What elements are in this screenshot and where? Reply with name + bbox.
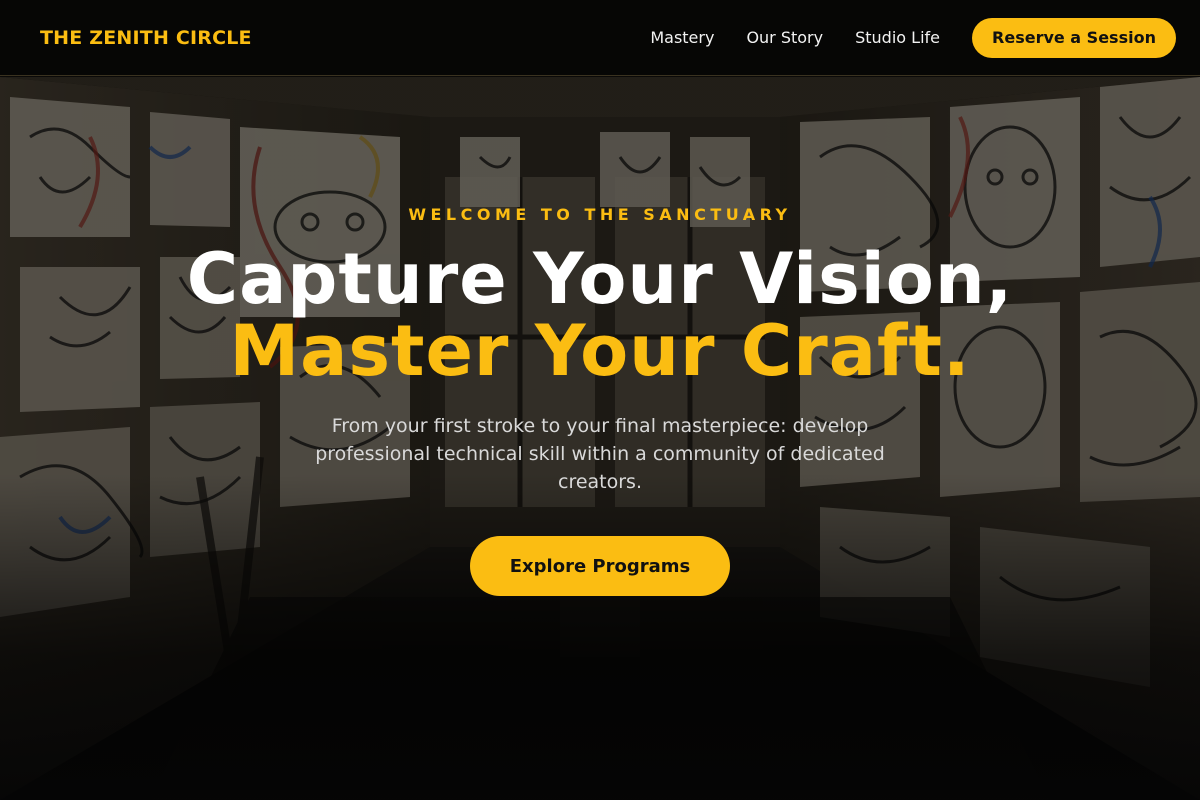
hero-headline-line2: Master Your Craft. xyxy=(229,310,971,392)
hero-headline: Capture Your Vision, Master Your Craft. xyxy=(0,243,1200,387)
nav-links: Mastery Our Story Studio Life Reserve a … xyxy=(650,17,1176,58)
hero-subtext: From your first stroke to your final mas… xyxy=(315,415,885,493)
explore-programs-button[interactable]: Explore Programs xyxy=(470,536,730,596)
nav-link-mastery[interactable]: Mastery xyxy=(650,28,714,47)
nav-link-our-story[interactable]: Our Story xyxy=(746,28,823,47)
top-navbar: THE ZENITH CIRCLE Mastery Our Story Stud… xyxy=(0,0,1200,76)
brand-logo[interactable]: THE ZENITH CIRCLE xyxy=(40,27,252,49)
hero-headline-line1: Capture Your Vision, xyxy=(186,238,1014,320)
hero-eyebrow: WELCOME TO THE SANCTUARY xyxy=(408,205,792,224)
reserve-session-button[interactable]: Reserve a Session xyxy=(972,17,1176,58)
nav-link-studio-life[interactable]: Studio Life xyxy=(855,28,940,47)
